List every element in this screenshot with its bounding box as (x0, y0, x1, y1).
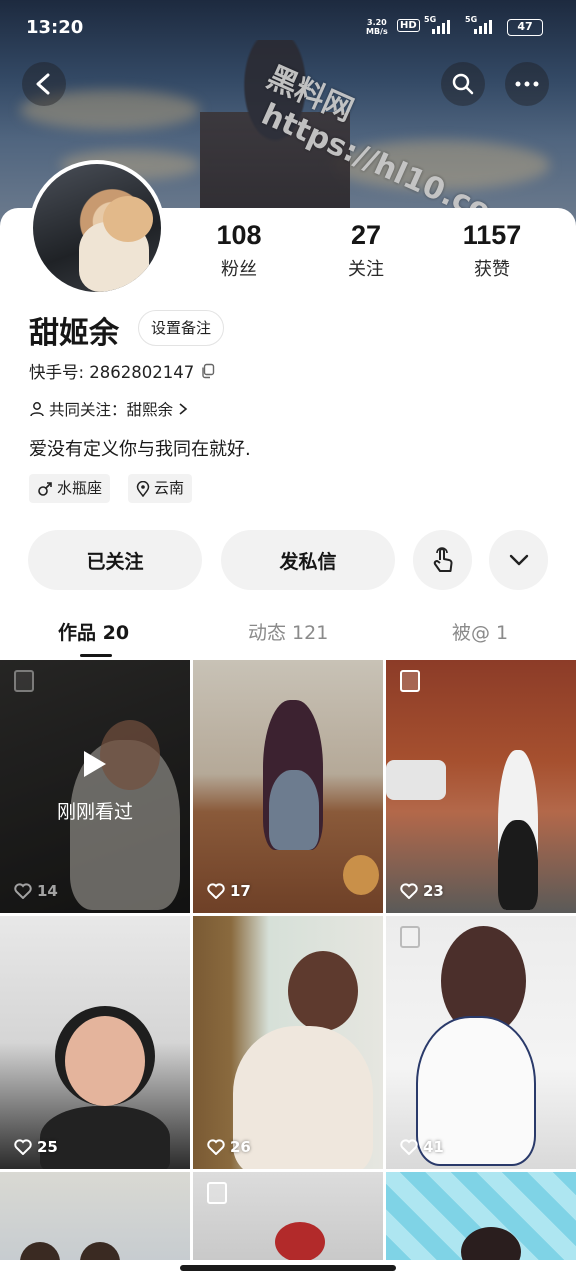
status-bar: 13:20 3.20 MB/s HD 5G 5G 47 (0, 0, 576, 56)
image-post-icon (400, 926, 420, 948)
likes-count: 14 (14, 882, 58, 900)
heart-icon (400, 1139, 418, 1155)
search-icon (452, 73, 474, 95)
active-tab-indicator (80, 654, 112, 657)
grid-item[interactable] (386, 1172, 576, 1260)
search-button[interactable] (441, 62, 485, 106)
image-post-icon (400, 670, 420, 692)
grid-item[interactable]: 41 (386, 916, 576, 1169)
stat-value: 1157 (462, 220, 522, 250)
play-icon (84, 751, 106, 777)
copy-icon[interactable] (200, 363, 216, 379)
user-icon (30, 402, 44, 417)
grid-item[interactable]: 25 (0, 916, 190, 1169)
back-arrow-icon (36, 73, 50, 95)
stat-value: 108 (216, 220, 262, 250)
male-icon (38, 481, 52, 496)
photo-dog (343, 855, 379, 895)
likes-count: 25 (14, 1138, 58, 1156)
home-indicator[interactable] (180, 1265, 396, 1271)
stat-likes[interactable]: 1157 获赞 (437, 220, 547, 281)
image-post-icon (207, 1182, 227, 1204)
tab-mentions[interactable]: 被@ 1 (452, 618, 508, 645)
heart-icon (400, 883, 418, 899)
tap-hand-icon (433, 547, 452, 572)
tag-label: 水瓶座 (57, 479, 103, 497)
profile-bio: 爱没有定义你与我同在就好. (29, 439, 251, 460)
tab-works[interactable]: 作品 20 (58, 618, 129, 645)
photo-subject (40, 1106, 170, 1169)
just-watched-overlay: 刚刚看过 (0, 660, 190, 913)
grid-item[interactable]: 23 (386, 660, 576, 913)
grid-item[interactable] (0, 1172, 190, 1260)
hd-badge: HD (397, 19, 420, 32)
more-dots-icon (515, 81, 539, 87)
photo-subject-head (65, 1016, 145, 1106)
likes-count: 41 (400, 1138, 444, 1156)
more-button[interactable] (505, 62, 549, 106)
photo-subject-head (20, 1242, 60, 1260)
set-remark-button[interactable]: 设置备注 (138, 310, 225, 346)
expand-button[interactable] (489, 530, 548, 590)
heart-icon (207, 883, 225, 899)
send-message-button[interactable]: 发私信 (221, 530, 395, 590)
photo-subject-cap (275, 1222, 325, 1260)
just-watched-label: 刚刚看过 (56, 801, 133, 823)
photo-subject-hair (288, 951, 358, 1031)
tab-moments[interactable]: 动态 121 (248, 618, 328, 645)
user-id-line: 快手号: 2862802147 (29, 359, 216, 383)
status-time: 13:20 (26, 17, 84, 38)
tag-zodiac: 水瓶座 (29, 474, 111, 503)
stat-following[interactable]: 27 关注 (311, 220, 421, 281)
avatar-cat-head (103, 196, 153, 242)
photo-subject-legs (269, 770, 319, 850)
back-button[interactable] (22, 62, 66, 106)
mutual-follow-text: 共同关注：甜熙余 (49, 401, 174, 419)
battery-icon: 47 (507, 19, 543, 36)
likes-count: 26 (207, 1138, 251, 1156)
grid-item[interactable]: 17 (193, 660, 383, 913)
grid-item[interactable] (193, 1172, 383, 1260)
image-post-icon (14, 670, 34, 692)
photo-subject-legs (498, 820, 538, 910)
mutual-follow-link[interactable]: 共同关注：甜熙余 (29, 398, 189, 420)
photo-subject (233, 1026, 373, 1169)
heart-icon (14, 883, 32, 899)
likes-count: 17 (207, 882, 251, 900)
location-pin-icon (136, 480, 150, 497)
user-id-text: 快手号: 2862802147 (29, 363, 195, 382)
stat-value: 27 (350, 220, 382, 250)
stat-label: 获赞 (474, 259, 510, 280)
chevron-right-icon (179, 403, 188, 415)
profile-name: 甜姬余 (29, 316, 119, 351)
network-speed: 3.20 MB/s (366, 18, 388, 36)
chevron-down-icon (509, 554, 528, 566)
grid-item[interactable]: 刚刚看过 14 (0, 660, 190, 913)
tag-label: 云南 (154, 479, 185, 497)
poke-button[interactable] (413, 530, 472, 590)
photo-subject-head (80, 1242, 120, 1260)
stat-label: 粉丝 (221, 259, 257, 280)
heart-icon (14, 1139, 32, 1155)
grid-item[interactable]: 26 (193, 916, 383, 1169)
followed-button[interactable]: 已关注 (28, 530, 202, 590)
likes-count: 23 (400, 882, 444, 900)
content-tabs: 作品 20 动态 121 被@ 1 (0, 614, 576, 658)
photo-subject-head (461, 1227, 521, 1260)
avatar[interactable] (29, 160, 165, 296)
photo-car (386, 760, 446, 800)
signal-icon (474, 18, 492, 34)
tag-location: 云南 (128, 474, 193, 503)
stat-fans[interactable]: 108 粉丝 (184, 220, 294, 281)
stat-label: 关注 (348, 259, 384, 280)
signal-icon (432, 18, 450, 34)
heart-icon (207, 1139, 225, 1155)
